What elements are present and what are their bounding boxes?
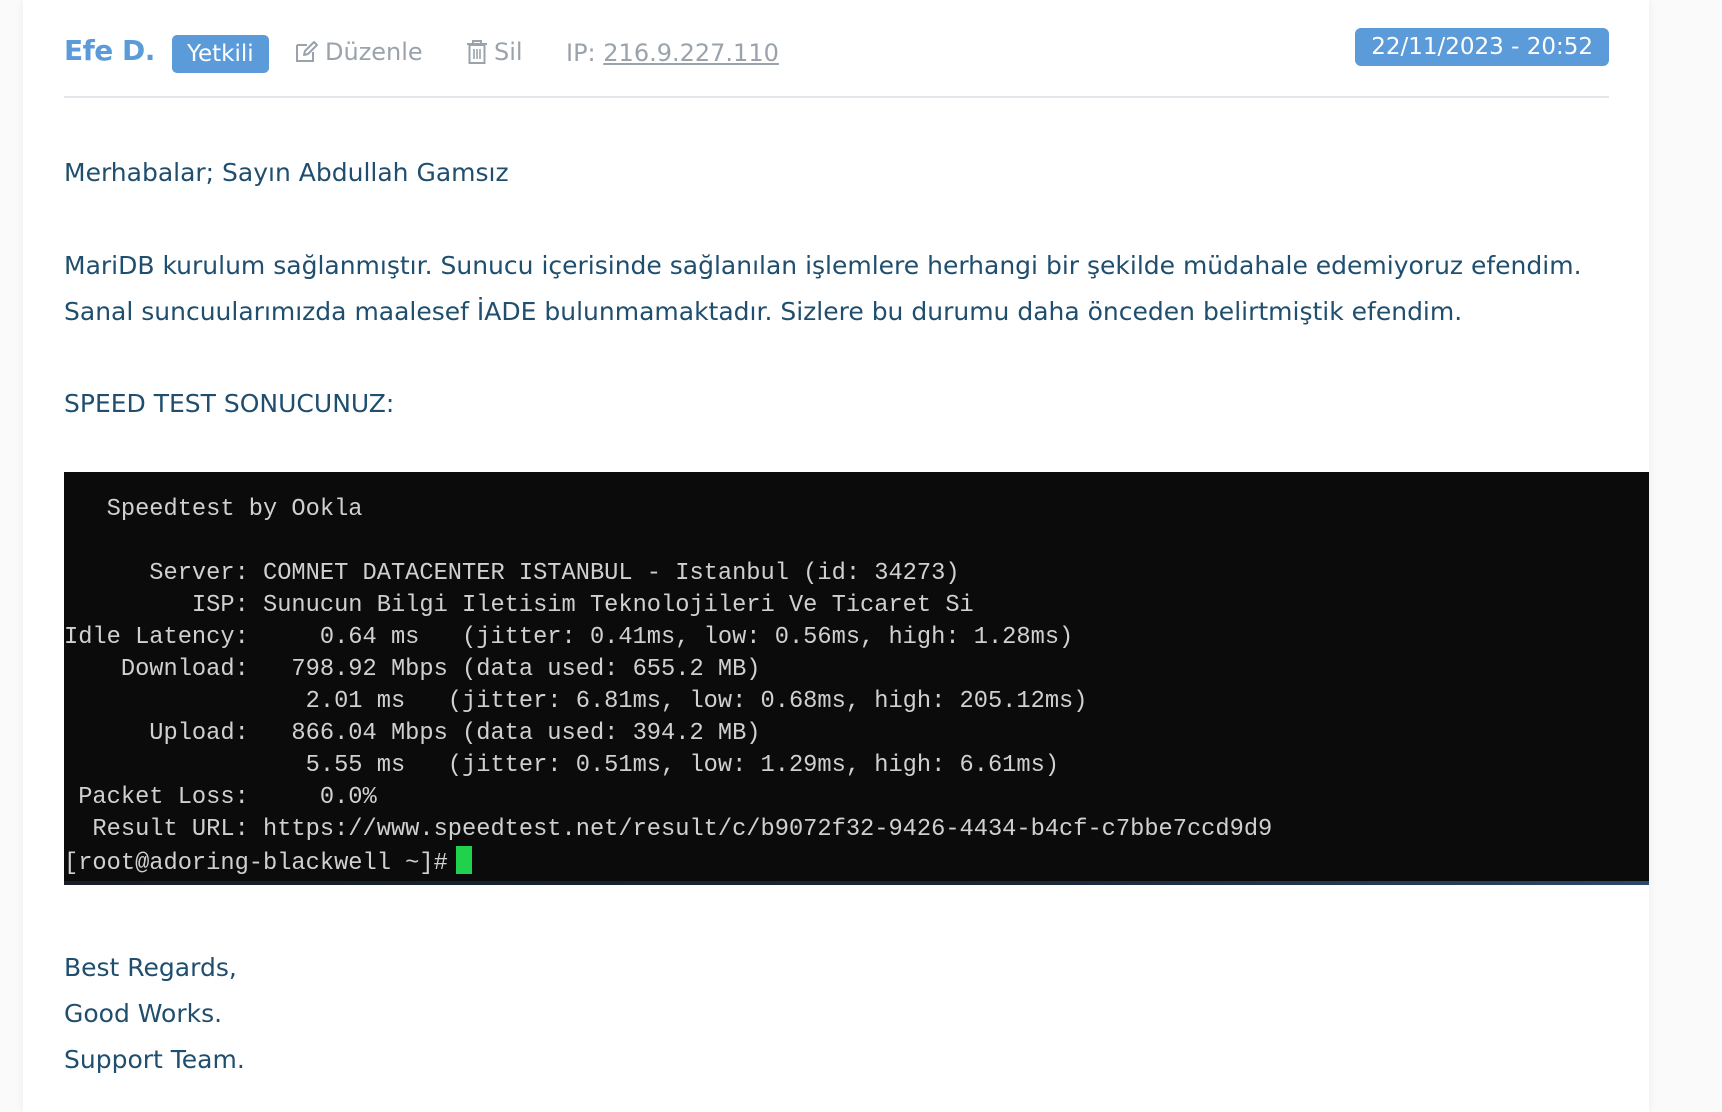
terminal-bottom-edge — [64, 881, 1649, 885]
message-line-1: MariDB kurulum sağlanmıştır. Sunucu içer… — [64, 251, 1582, 280]
terminal-line: Speedtest by Ookla — [64, 496, 363, 523]
delete-button[interactable]: Sil — [466, 38, 523, 66]
terminal-cursor — [455, 846, 472, 874]
terminal-output: Speedtest by Ookla Server: COMNET DATACE… — [64, 472, 1649, 880]
speed-test-heading: SPEED TEST SONUCUNUZ: — [64, 389, 395, 418]
role-badge: Yetkili — [172, 35, 269, 73]
ip-prefix: IP: — [566, 39, 596, 67]
terminal-line: 2.01 ms (jitter: 6.81ms, low: 0.68ms, hi… — [64, 688, 1088, 715]
ip-link[interactable]: 216.9.227.110 — [603, 39, 779, 67]
signature-line-2: Good Works. — [64, 999, 223, 1028]
terminal-line: Packet Loss: 0.0% — [64, 784, 377, 811]
terminal-line: Result URL: https://www.speedtest.net/re… — [64, 816, 1273, 843]
signature-line-3: Support Team. — [64, 1045, 245, 1074]
terminal-line: Server: COMNET DATACENTER ISTANBUL - Ist… — [64, 560, 960, 587]
author-name[interactable]: Efe D. — [64, 34, 155, 67]
edit-label: Düzenle — [325, 38, 423, 66]
trash-icon — [467, 40, 487, 64]
datetime-badge: 22/11/2023 - 20:52 — [1355, 28, 1609, 66]
greeting-text: Merhabalar; Sayın Abdullah Gamsız — [64, 158, 509, 187]
terminal-line: Download: 798.92 Mbps (data used: 655.2 … — [64, 656, 761, 683]
terminal-line: 5.55 ms (jitter: 0.51ms, low: 1.29ms, hi… — [64, 752, 1060, 779]
reply-card: Efe D. Yetkili Düzenle Sil IP: 216.9.227… — [23, 0, 1649, 1112]
edit-icon — [296, 41, 318, 62]
speedtest-screenshot: Speedtest by Ookla Server: COMNET DATACE… — [64, 472, 1649, 885]
ip-info: IP: 216.9.227.110 — [566, 39, 779, 67]
terminal-line: ISP: Sunucun Bilgi Iletisim Teknolojiler… — [64, 592, 974, 619]
message-body: MariDB kurulum sağlanmıştır. Sunucu içer… — [64, 243, 1582, 335]
post-header: Efe D. Yetkili Düzenle Sil IP: 216.9.227… — [64, 26, 1609, 98]
signature-line-1: Best Regards, — [64, 953, 237, 982]
terminal-line: Upload: 866.04 Mbps (data used: 394.2 MB… — [64, 720, 761, 747]
terminal-line: Idle Latency: 0.64 ms (jitter: 0.41ms, l… — [64, 624, 1074, 651]
message-line-2: Sanal suncuularımızda maalesef İADE bulu… — [64, 297, 1463, 326]
edit-button[interactable]: Düzenle — [293, 38, 423, 66]
terminal-prompt: [root@adoring-blackwell ~]# — [64, 850, 448, 877]
delete-label: Sil — [494, 38, 523, 66]
signature: Best Regards, Good Works. Support Team. — [64, 945, 245, 1083]
